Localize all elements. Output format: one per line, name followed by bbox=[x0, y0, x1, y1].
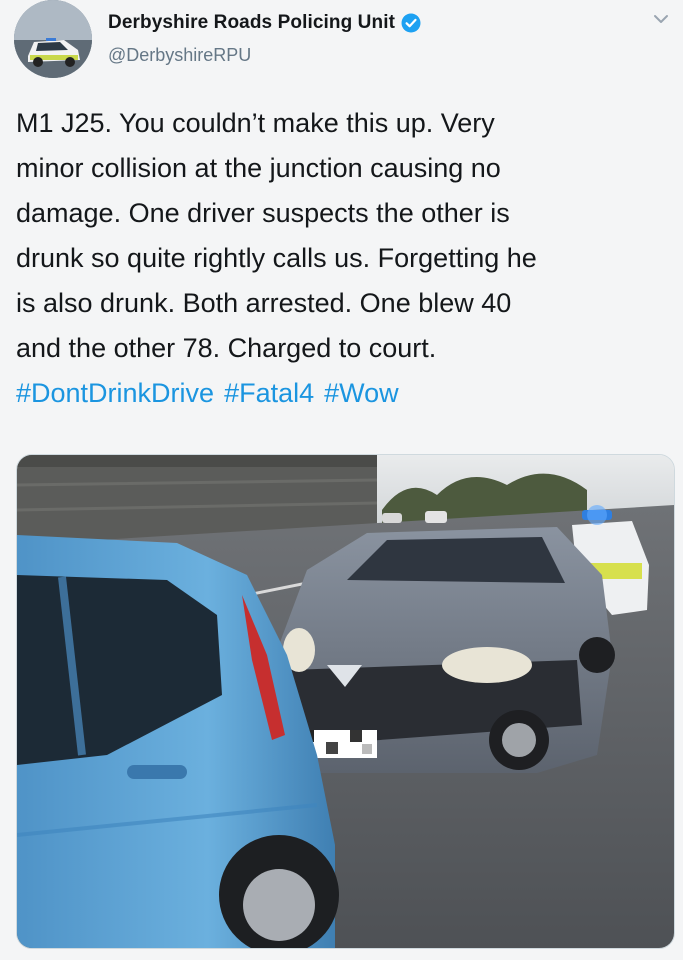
verified-badge-icon bbox=[401, 13, 421, 33]
tweet-text-line: M1 J25. You couldn’t make this up. Very bbox=[16, 108, 495, 138]
tweet-text-line: damage. One driver suspects the other is bbox=[16, 198, 510, 228]
hashtag-link[interactable]: #Fatal4 bbox=[224, 378, 314, 408]
author-handle[interactable]: @DerbyshireRPU bbox=[108, 45, 251, 66]
hashtag-list: #DontDrinkDrive #Fatal4 #Wow bbox=[16, 371, 671, 416]
tweet-text-line: minor collision at the junction causing … bbox=[16, 153, 501, 183]
hashtag-link[interactable]: #Wow bbox=[324, 378, 399, 408]
tweet-text-line: is also drunk. Both arrested. One blew 4… bbox=[16, 288, 512, 318]
author-display-name[interactable]: Derbyshire Roads Policing Unit bbox=[108, 12, 395, 34]
hashtag-link[interactable]: #DontDrinkDrive bbox=[16, 378, 214, 408]
tweet-text-line: and the other 78. Charged to court. bbox=[16, 333, 437, 363]
tweet-photo[interactable] bbox=[16, 454, 675, 949]
tweet-body: M1 J25. You couldn’t make this up. Very … bbox=[16, 101, 671, 416]
chevron-down-icon[interactable] bbox=[652, 12, 670, 26]
tweet-text-line: drunk so quite rightly calls us. Forgett… bbox=[16, 243, 537, 273]
collision-photo bbox=[17, 455, 674, 948]
profile-avatar[interactable] bbox=[14, 0, 92, 78]
author-name-row: Derbyshire Roads Policing Unit bbox=[108, 12, 421, 34]
tweet-card: Derbyshire Roads Policing Unit @Derbyshi… bbox=[0, 0, 683, 960]
police-car-avatar bbox=[14, 0, 92, 78]
